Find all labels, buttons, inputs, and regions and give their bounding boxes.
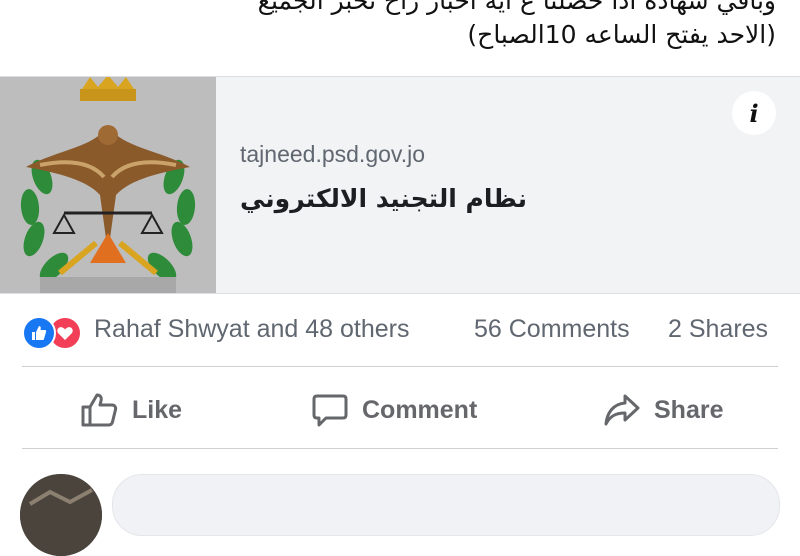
link-domain: tajneed.psd.gov.jo bbox=[240, 141, 425, 167]
jordan-public-security-emblem-icon bbox=[0, 77, 216, 293]
like-label: Like bbox=[132, 395, 183, 424]
link-thumbnail bbox=[0, 77, 216, 293]
divider-bottom bbox=[22, 448, 778, 449]
engagement-stats: Rahaf Shwyat and 48 others 56 Comments 2… bbox=[0, 312, 800, 352]
action-bar: Like Comment Share bbox=[0, 390, 800, 430]
like-button[interactable]: Like bbox=[80, 390, 182, 430]
comment-input[interactable] bbox=[112, 474, 780, 536]
share-arrow-icon bbox=[604, 394, 640, 426]
share-label: Share bbox=[654, 395, 724, 424]
reactions-summary[interactable]: Rahaf Shwyat and 48 others bbox=[94, 315, 409, 344]
reaction-icons[interactable] bbox=[22, 316, 86, 350]
comment-button[interactable]: Comment bbox=[312, 390, 477, 430]
like-reaction-icon bbox=[22, 316, 56, 350]
post-line-1: وباقي شهادة اذا حصلنا ع اية اخبار راح نخ… bbox=[257, 0, 776, 15]
comment-label: Comment bbox=[362, 395, 478, 424]
link-preview-card[interactable]: tajneed.psd.gov.jo نظام التجنيد الالكترو… bbox=[0, 76, 800, 294]
link-title[interactable]: نظام التجنيد الالكتروني bbox=[240, 184, 527, 213]
post-line-2: (الاحد يفتح الساعه 10الصباح) bbox=[467, 20, 776, 49]
comment-bubble-icon bbox=[312, 394, 348, 427]
info-button[interactable]: i bbox=[732, 91, 776, 135]
post-text: وباقي شهادة اذا حصلنا ع اية اخبار راح نخ… bbox=[16, 0, 776, 52]
divider-top bbox=[22, 366, 778, 367]
link-meta: tajneed.psd.gov.jo نظام التجنيد الالكترو… bbox=[240, 141, 527, 213]
thumbs-up-icon bbox=[81, 393, 118, 427]
share-button[interactable]: Share bbox=[604, 390, 723, 430]
avatar[interactable] bbox=[20, 474, 102, 556]
comment-composer-row bbox=[0, 470, 800, 556]
shares-count[interactable]: 2 Shares bbox=[668, 315, 768, 344]
comments-count[interactable]: 56 Comments bbox=[474, 315, 630, 344]
